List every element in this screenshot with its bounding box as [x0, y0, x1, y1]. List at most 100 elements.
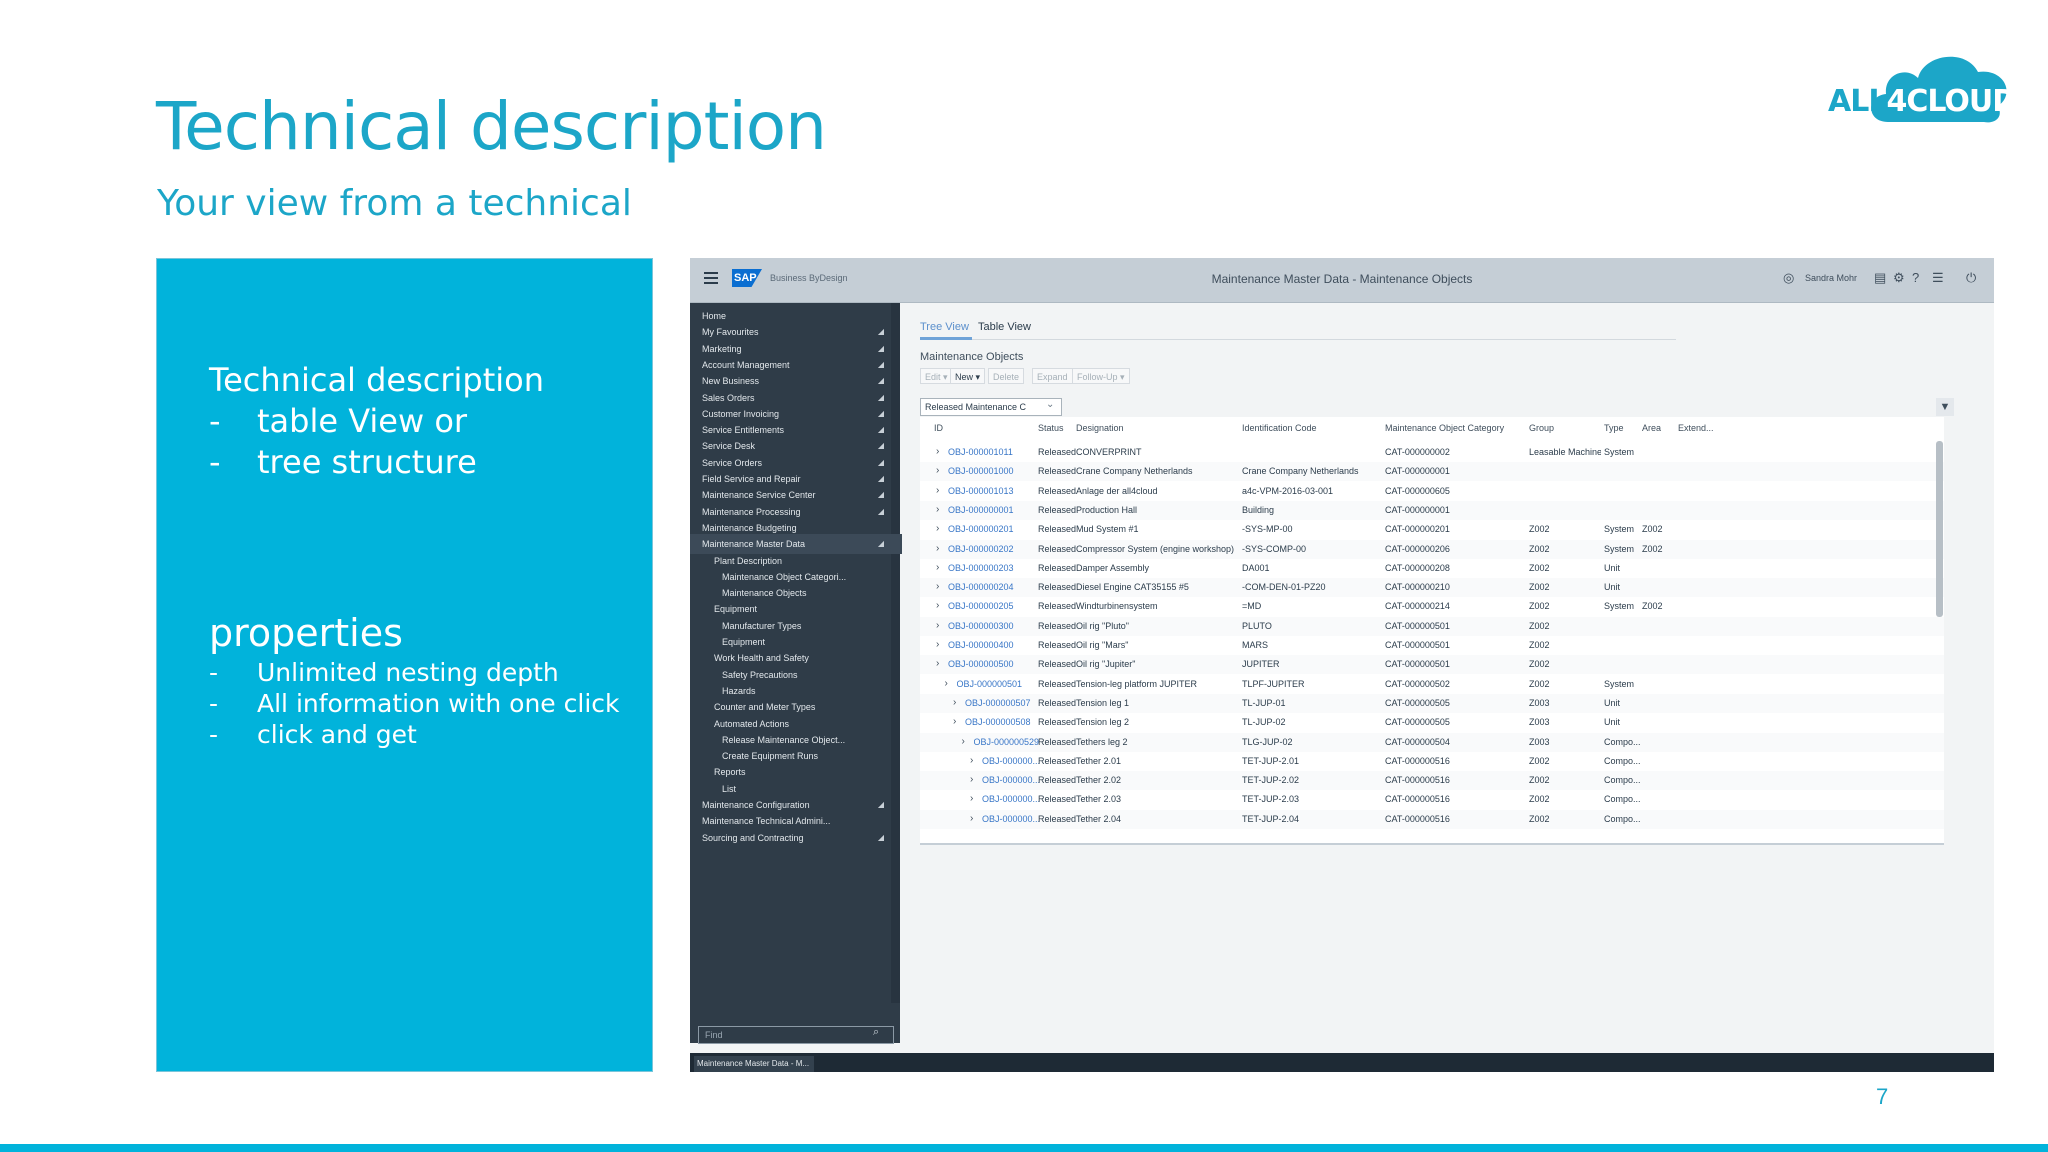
table-row[interactable]: › OBJ-000000... Released Tether 2.01 TET-JUP… — [920, 752, 1944, 771]
column-header[interactable]: Identification Code — [1242, 423, 1317, 433]
tab-tree-view[interactable]: Tree View — [920, 321, 969, 333]
cell-id[interactable]: OBJ-000000203 — [948, 563, 1044, 573]
footer-window-tab[interactable]: Maintenance Master Data - M... — [694, 1056, 814, 1072]
table-row[interactable]: › OBJ-000000... Released Tether 2.04 TET-JUP… — [920, 809, 1944, 829]
table-row[interactable]: › OBJ-000000529 Released Tethers leg 2 TLG-J… — [920, 732, 1944, 752]
cell-id[interactable]: OBJ-000000507 — [965, 698, 1044, 708]
chevron-right-icon[interactable]: › — [936, 465, 939, 476]
power-icon[interactable]: ⏻ — [1966, 270, 1976, 286]
cell-id[interactable]: OBJ-000000202 — [948, 544, 1044, 554]
table-scrollbar[interactable] — [1936, 441, 1943, 617]
cell-designation: Tether 2.03 — [1076, 794, 1122, 805]
cell-id[interactable]: OBJ-000000400 — [948, 640, 1044, 650]
chevron-down-icon[interactable]: ⌄ — [1046, 399, 1054, 410]
chevron-right-icon[interactable]: › — [936, 658, 939, 669]
table-row[interactable]: › OBJ-000000204 Released Diesel Engine CAT3… — [920, 578, 1944, 598]
search-icon[interactable]: ⌕ — [873, 1026, 879, 1039]
cell-id[interactable]: OBJ-000000501 — [957, 679, 1045, 689]
cell-type: Unit — [1604, 697, 1621, 708]
table-row[interactable]: › OBJ-000001000 Released Crane Company Neth… — [920, 462, 1944, 482]
cell-id[interactable]: OBJ-000000500 — [948, 659, 1044, 669]
chevron-right-icon[interactable]: › — [970, 813, 973, 824]
sidebar-item-label: Maintenance Technical Admini... — [702, 816, 831, 827]
chevron-right-icon[interactable]: › — [945, 678, 948, 689]
cell-id[interactable]: OBJ-000001013 — [948, 486, 1044, 496]
sidebar-item-label: Maintenance Object Categori... — [722, 571, 847, 582]
cell-id[interactable]: OBJ-000000300 — [948, 621, 1044, 631]
chevron-right-icon[interactable]: › — [936, 639, 939, 650]
table-row[interactable]: › OBJ-000000202 Released Compressor System … — [920, 539, 1944, 559]
user-icon[interactable]: ◎ — [1783, 270, 1794, 286]
delete-button[interactable]: Delete — [988, 368, 1025, 384]
chevron-right-icon[interactable]: › — [936, 600, 939, 611]
user-name[interactable]: Sandra Mohr — [1805, 273, 1857, 283]
list-icon[interactable]: ☰ — [1932, 270, 1944, 286]
column-header[interactable]: ID — [934, 423, 943, 433]
column-header[interactable]: Type — [1604, 423, 1624, 433]
table-row[interactable]: › OBJ-000000500 Released Oil rig "Jupiter" J… — [920, 655, 1944, 675]
cell-code: a4c-VPM-2016-03-001 — [1242, 485, 1334, 496]
table-row[interactable]: › OBJ-000000... Released Tether 2.02 TET-JUP… — [920, 771, 1944, 791]
calendar-icon[interactable]: ▤ — [1874, 270, 1886, 286]
chevron-right-icon[interactable]: › — [936, 620, 939, 631]
cell-id[interactable]: OBJ-000000204 — [948, 582, 1044, 592]
cell-status: Released — [1038, 659, 1077, 670]
tab-table-view[interactable]: Table View — [978, 321, 1031, 333]
chevron-right-icon[interactable]: › — [970, 755, 973, 766]
table-row[interactable]: › OBJ-000000507 Released Tension leg 1 TL-JU… — [920, 693, 1944, 713]
cell-id[interactable]: OBJ-000000001 — [948, 505, 1044, 515]
column-header[interactable]: Maintenance Object Category — [1385, 423, 1504, 433]
table-row[interactable]: › OBJ-000001011 Released CONVERPRINT CAT-000… — [920, 443, 1944, 462]
edit-button[interactable]: Edit ▾ — [920, 368, 953, 384]
query-select[interactable]: Released Maintenance C — [920, 398, 1062, 416]
sidebar-search-input[interactable]: Find — [698, 1026, 894, 1044]
table-row[interactable]: › OBJ-000000201 Released Mud System #1 -SYS-… — [920, 520, 1944, 539]
chevron-right-icon[interactable]: › — [936, 485, 939, 496]
new-button[interactable]: New ▾ — [950, 368, 986, 384]
table-row[interactable]: › OBJ-000000203 Released Damper Assembly DA0… — [920, 559, 1944, 578]
chevron-right-icon[interactable]: › — [953, 697, 956, 708]
column-header[interactable]: Status — [1038, 423, 1064, 433]
cell-group: Z002 — [1529, 640, 1550, 650]
expand-button[interactable]: Expand — [1032, 368, 1073, 384]
table-row[interactable]: › OBJ-000000300 Released Oil rig "Pluto" PLU… — [920, 616, 1944, 636]
table-row[interactable]: › OBJ-000000205 Released Windturbinensystem… — [920, 597, 1944, 616]
column-header[interactable]: Extend... — [1678, 423, 1714, 433]
cell-id[interactable]: OBJ-000000... — [982, 775, 1044, 785]
cell-id[interactable]: OBJ-000000508 — [965, 717, 1044, 727]
column-header[interactable]: Designation — [1076, 423, 1124, 433]
column-header[interactable]: Group — [1529, 423, 1554, 433]
sidebar-item[interactable]: Sourcing and Contracting ◢ — [690, 828, 902, 848]
column-header[interactable]: Area — [1642, 423, 1661, 433]
cell-id[interactable]: OBJ-000001011 — [948, 447, 1044, 457]
chevron-right-icon[interactable]: › — [936, 562, 939, 573]
help-icon[interactable]: ? — [1912, 270, 1919, 286]
table-row[interactable]: › OBJ-000000400 Released Oil rig "Mars" MARS… — [920, 636, 1944, 655]
filter-icon[interactable]: ▼ — [1936, 398, 1954, 416]
property-item: - Unlimited nesting depth — [209, 657, 620, 688]
chevron-right-icon[interactable]: › — [962, 736, 965, 747]
chevron-right-icon[interactable]: › — [936, 581, 939, 592]
cell-id[interactable]: OBJ-000000... — [982, 814, 1044, 824]
chevron-right-icon[interactable]: › — [970, 774, 973, 785]
chevron-right-icon[interactable]: › — [936, 446, 939, 457]
chevron-right-icon[interactable]: › — [936, 504, 939, 515]
table-row[interactable]: › OBJ-000000001 Released Production Hall Bui… — [920, 500, 1944, 520]
cell-id[interactable]: OBJ-000000... — [982, 794, 1044, 804]
chevron-right-icon[interactable]: › — [936, 523, 939, 534]
chevron-right-icon[interactable]: › — [953, 716, 956, 727]
cell-id[interactable]: OBJ-000000529 — [974, 737, 1045, 747]
table-row[interactable]: › OBJ-000001013 Released Anlage der all4clo… — [920, 482, 1944, 501]
cell-id[interactable]: OBJ-000000201 — [948, 524, 1044, 534]
settings-icon[interactable]: ⚙ — [1893, 270, 1905, 286]
chevron-right-icon[interactable]: › — [936, 543, 939, 554]
sidebar-item-label: Equipment — [714, 604, 758, 615]
cell-id[interactable]: OBJ-000000... — [982, 756, 1044, 766]
table-row[interactable]: › OBJ-000000501 Released Tension-leg platfo… — [920, 675, 1944, 694]
table-row[interactable]: › OBJ-000000508 Released Tension leg 2 TL-JU… — [920, 713, 1944, 732]
cell-id[interactable]: OBJ-000000205 — [948, 601, 1044, 611]
follow-up-button[interactable]: Follow-Up ▾ — [1072, 368, 1130, 384]
cell-id[interactable]: OBJ-000001000 — [948, 466, 1044, 476]
chevron-right-icon[interactable]: › — [970, 793, 973, 804]
table-row[interactable]: › OBJ-000000... Released Tether 2.03 TET-JUP… — [920, 790, 1944, 809]
